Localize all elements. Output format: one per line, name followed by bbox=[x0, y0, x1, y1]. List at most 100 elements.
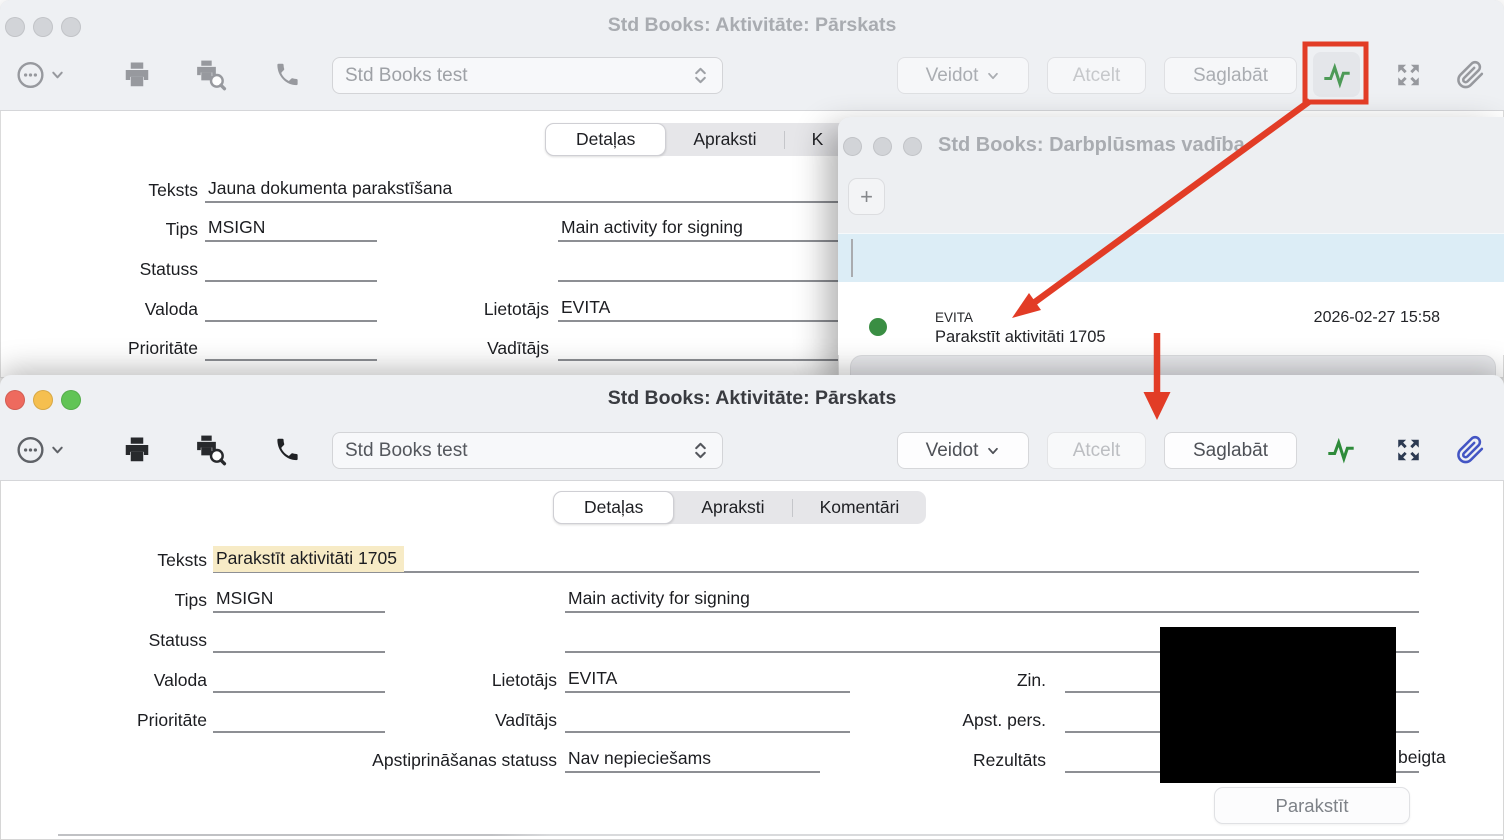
entry-user: EVITA bbox=[935, 310, 974, 325]
tips-field[interactable]: MSIGN bbox=[205, 215, 377, 242]
window-title: Std Books: Aktivitāte: Pārskats bbox=[607, 387, 897, 409]
workflow-entry-row[interactable]: EVITA Parakstīt aktivitāti 1705 2026-02-… bbox=[838, 282, 1504, 355]
more-options-button[interactable] bbox=[16, 436, 65, 465]
tips-description-field[interactable]: Main activity for signing bbox=[565, 586, 1419, 613]
column-divider bbox=[851, 239, 853, 277]
print-button[interactable] bbox=[122, 60, 152, 90]
vaditajs-field[interactable] bbox=[565, 706, 850, 733]
expand-icon bbox=[1394, 61, 1423, 90]
more-options-button[interactable] bbox=[16, 61, 65, 90]
rezultats-label: Rezultāts bbox=[973, 750, 1046, 770]
record-selector-value: Std Books test bbox=[345, 64, 468, 86]
tab-apraksti[interactable]: Apraksti bbox=[674, 491, 791, 524]
paperclip-icon bbox=[1456, 61, 1485, 90]
prioritate-label: Prioritāte bbox=[127, 338, 198, 358]
chevron-down-icon bbox=[986, 444, 1000, 458]
teksts-field[interactable]: Parakstīt aktivitāti 1705 bbox=[213, 546, 1419, 573]
record-selector-dropdown[interactable]: Std Books test bbox=[332, 432, 723, 469]
lietotajs-field[interactable]: EVITA bbox=[565, 666, 850, 693]
teksts-label: Teksts bbox=[148, 180, 198, 200]
print-preview-button[interactable] bbox=[194, 434, 227, 467]
close-button[interactable] bbox=[843, 137, 862, 156]
print-button[interactable] bbox=[122, 435, 152, 465]
toolbar: Std Books test Veidot Atcelt Saglabāt bbox=[0, 45, 1504, 105]
create-button[interactable]: Veidot bbox=[897, 432, 1029, 469]
zoom-button[interactable] bbox=[903, 137, 922, 156]
window-title: Std Books: Aktivitāte: Pārskats bbox=[607, 14, 897, 36]
minimize-button[interactable] bbox=[873, 137, 892, 156]
print-icon bbox=[122, 435, 152, 465]
record-selector-value: Std Books test bbox=[345, 439, 468, 461]
workflow-button[interactable] bbox=[1322, 60, 1352, 90]
tab-detalas[interactable]: Detaļas bbox=[553, 491, 675, 524]
statuss-field[interactable] bbox=[205, 255, 377, 282]
statuss-label: Statuss bbox=[148, 630, 207, 650]
expand-button[interactable] bbox=[1394, 61, 1423, 90]
valoda-label: Valoda bbox=[144, 299, 198, 319]
attachments-button[interactable] bbox=[1456, 436, 1485, 465]
paperclip-icon bbox=[1456, 436, 1485, 465]
workflow-header-band bbox=[838, 233, 1504, 283]
pulse-icon bbox=[1322, 60, 1352, 90]
front-window: Std Books: Aktivitāte: Pārskats Std Book… bbox=[0, 375, 1504, 840]
cancel-button[interactable]: Atcelt bbox=[1047, 432, 1146, 469]
vaditajs-label: Vadītājs bbox=[495, 710, 557, 730]
save-button[interactable]: Saglabāt bbox=[1164, 57, 1297, 94]
create-button[interactable]: Veidot bbox=[897, 57, 1029, 94]
tips-field[interactable]: MSIGN bbox=[213, 586, 385, 613]
status-dot bbox=[869, 318, 887, 336]
apstiprinasanas-statuss-label: Apstiprināšanas statuss bbox=[372, 750, 557, 770]
apst-pers-label: Apst. pers. bbox=[962, 710, 1046, 730]
workflow-window: Std Books: Darbplūsmas vadība + EVITA Pa… bbox=[838, 117, 1504, 378]
print-icon bbox=[122, 60, 152, 90]
statuss-label: Statuss bbox=[139, 259, 198, 279]
window-title: Std Books: Darbplūsmas vadība bbox=[938, 134, 1245, 156]
cancel-button[interactable]: Atcelt bbox=[1047, 57, 1146, 94]
tab-komentari[interactable]: Komentāri bbox=[793, 491, 927, 524]
updown-chevrons-icon bbox=[691, 440, 710, 461]
workflow-button[interactable] bbox=[1326, 435, 1356, 465]
ellipsis-circle-icon bbox=[16, 61, 45, 90]
phone-icon bbox=[274, 62, 301, 89]
entry-timestamp: 2026-02-27 15:58 bbox=[1313, 309, 1440, 326]
chevron-down-icon bbox=[50, 68, 65, 83]
teksts-label: Teksts bbox=[157, 550, 207, 570]
prioritate-label: Prioritāte bbox=[136, 710, 207, 730]
save-button[interactable]: Saglabāt bbox=[1164, 432, 1297, 469]
add-button[interactable]: + bbox=[848, 178, 885, 215]
chevron-down-icon bbox=[50, 443, 65, 458]
partial-checkbox-label: beigta bbox=[1398, 747, 1446, 767]
print-preview-button[interactable] bbox=[194, 59, 227, 92]
chevron-down-icon bbox=[986, 69, 1000, 83]
sign-button[interactable]: Parakstīt bbox=[1214, 787, 1410, 824]
phone-button[interactable] bbox=[274, 62, 301, 89]
tab-detalas[interactable]: Detaļas bbox=[545, 123, 667, 156]
vaditajs-field[interactable] bbox=[558, 334, 843, 361]
valoda-label: Valoda bbox=[153, 670, 207, 690]
print-preview-icon bbox=[194, 59, 227, 92]
tab-bar: Detaļas Apraksti Komentāri bbox=[553, 491, 927, 524]
expand-icon bbox=[1394, 436, 1423, 465]
expand-button[interactable] bbox=[1394, 436, 1423, 465]
tab-bar: Detaļas Apraksti K bbox=[545, 123, 851, 156]
toolbar: Std Books test Veidot Atcelt Saglabāt bbox=[0, 420, 1504, 480]
statuss-field[interactable] bbox=[213, 626, 385, 653]
lietotajs-field[interactable]: EVITA bbox=[558, 295, 843, 322]
record-selector-dropdown[interactable]: Std Books test bbox=[332, 57, 723, 94]
window-controls bbox=[843, 137, 922, 156]
lietotajs-label: Lietotājs bbox=[491, 670, 557, 690]
matrix-top-rule bbox=[58, 834, 1504, 836]
screen: Std Books: Aktivitāte: Pārskats Std Book… bbox=[0, 0, 1504, 840]
tips-label: Tips bbox=[174, 590, 207, 610]
entry-subject: Parakstīt aktivitāti 1705 bbox=[935, 328, 1106, 346]
phone-button[interactable] bbox=[274, 437, 301, 464]
pulse-icon bbox=[1326, 435, 1356, 465]
ellipsis-circle-icon bbox=[16, 436, 45, 465]
tips-label: Tips bbox=[165, 219, 198, 239]
apstiprinasanas-statuss-field[interactable]: Nav nepieciešams bbox=[565, 746, 820, 773]
vaditajs-label: Vadītājs bbox=[487, 338, 549, 358]
tab-apraksti[interactable]: Apraksti bbox=[666, 123, 783, 156]
zin-label: Zin. bbox=[1016, 670, 1046, 690]
attachments-button[interactable] bbox=[1456, 61, 1485, 90]
updown-chevrons-icon bbox=[691, 65, 710, 86]
